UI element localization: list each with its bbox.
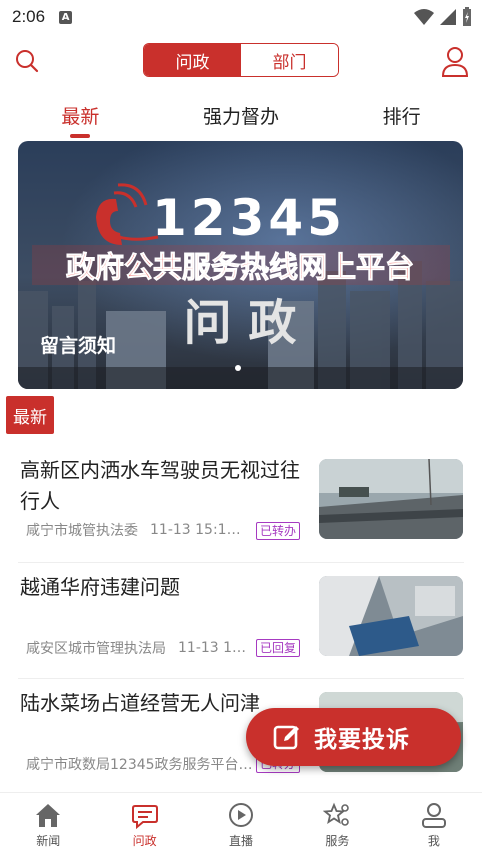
battery-icon xyxy=(463,7,471,26)
segment-wenzheng[interactable]: 问政 xyxy=(144,44,241,76)
nav-label: 直播 xyxy=(229,834,254,848)
news-thumbnail xyxy=(319,576,463,656)
news-title: 陆水菜场占道经营无人问津 xyxy=(20,691,260,715)
play-icon xyxy=(229,803,254,827)
tab-ranking[interactable]: 排行 xyxy=(321,96,482,140)
signal-icon xyxy=(440,9,456,25)
tab-latest[interactable]: 最新 xyxy=(0,96,161,140)
status-icons xyxy=(414,7,472,27)
category-tabs: 最新 强力督办 排行 xyxy=(0,96,482,140)
nav-service[interactable]: 服务 xyxy=(289,793,385,856)
section-tag-latest: 最新 xyxy=(6,396,54,434)
home-icon xyxy=(36,804,61,827)
top-header: 问政 部门 xyxy=(0,38,482,84)
nav-me[interactable]: 我 xyxy=(386,793,482,856)
status-badge: 已回复 xyxy=(256,639,301,657)
complain-button[interactable]: 我要投诉 xyxy=(246,708,461,766)
segment-control: 问政 部门 xyxy=(143,43,339,77)
news-meta: 咸安区城市管理执法局 11-13 1… xyxy=(26,638,246,658)
news-department: 咸宁市城管执法委 xyxy=(26,523,138,539)
wifi-icon xyxy=(414,9,434,25)
user-icon xyxy=(441,47,469,77)
status-time: 2:06 xyxy=(12,7,46,26)
carousel-indicator xyxy=(235,365,241,371)
nav-label: 新闻 xyxy=(36,834,61,848)
banner-caption: 留言须知 xyxy=(40,335,117,357)
banner-carousel[interactable]: 12345 政府公共服务热线网上平台 问 政 留言须知 xyxy=(18,141,463,389)
chat-icon xyxy=(131,805,158,829)
complain-label: 我要投诉 xyxy=(314,727,410,753)
edit-icon xyxy=(273,725,299,750)
status-bar: 2:06 A xyxy=(0,0,482,34)
notification-a-icon: A xyxy=(59,10,73,24)
nav-label: 服务 xyxy=(325,834,350,848)
profile-button[interactable] xyxy=(440,44,470,78)
banner-hotline-number: 12345 xyxy=(152,189,346,247)
nav-label: 问政 xyxy=(132,834,157,848)
nav-news[interactable]: 新闻 xyxy=(0,793,96,856)
news-department: 咸安区城市管理执法局 xyxy=(26,641,166,657)
news-title: 越通华府违建问题 xyxy=(20,575,180,599)
news-time: 11-13 15:1… xyxy=(150,522,241,538)
news-meta: 咸宁市政数局12345政务服务平台… xyxy=(26,754,253,774)
person-icon xyxy=(421,803,446,828)
status-badge: 已转办 xyxy=(256,522,301,540)
news-meta: 咸宁市城管执法委 11-13 15:1… xyxy=(26,520,241,540)
news-item[interactable]: 高新区内洒水车驾驶员无视过往行人 咸宁市城管执法委 11-13 15:1… 已转… xyxy=(0,455,482,565)
tab-supervision[interactable]: 强力督办 xyxy=(161,96,322,140)
news-department: 咸宁市政数局12345政务服务平台… xyxy=(26,757,253,773)
news-divider xyxy=(18,678,464,679)
banner-headline: 政府公共服务热线网上平台 xyxy=(66,250,414,284)
news-item[interactable]: 越通华府违建问题 咸安区城市管理执法局 11-13 1… 已回复 xyxy=(0,572,482,682)
nav-label: 我 xyxy=(427,834,440,848)
service-icon xyxy=(323,802,350,826)
news-time: 11-13 1… xyxy=(178,640,247,656)
segment-bumen[interactable]: 部门 xyxy=(241,44,338,76)
nav-live[interactable]: 直播 xyxy=(193,793,289,856)
news-thumbnail xyxy=(319,459,463,539)
banner-big-text: 问 政 xyxy=(184,295,297,351)
news-divider xyxy=(18,562,464,563)
search-button[interactable] xyxy=(12,46,42,76)
bottom-nav: 新闻 问政 直播 服务 我 xyxy=(0,792,482,856)
nav-wenzheng[interactable]: 问政 xyxy=(96,793,192,856)
news-title: 高新区内洒水车驾驶员无视过往行人 xyxy=(20,458,300,513)
search-icon xyxy=(16,50,39,73)
